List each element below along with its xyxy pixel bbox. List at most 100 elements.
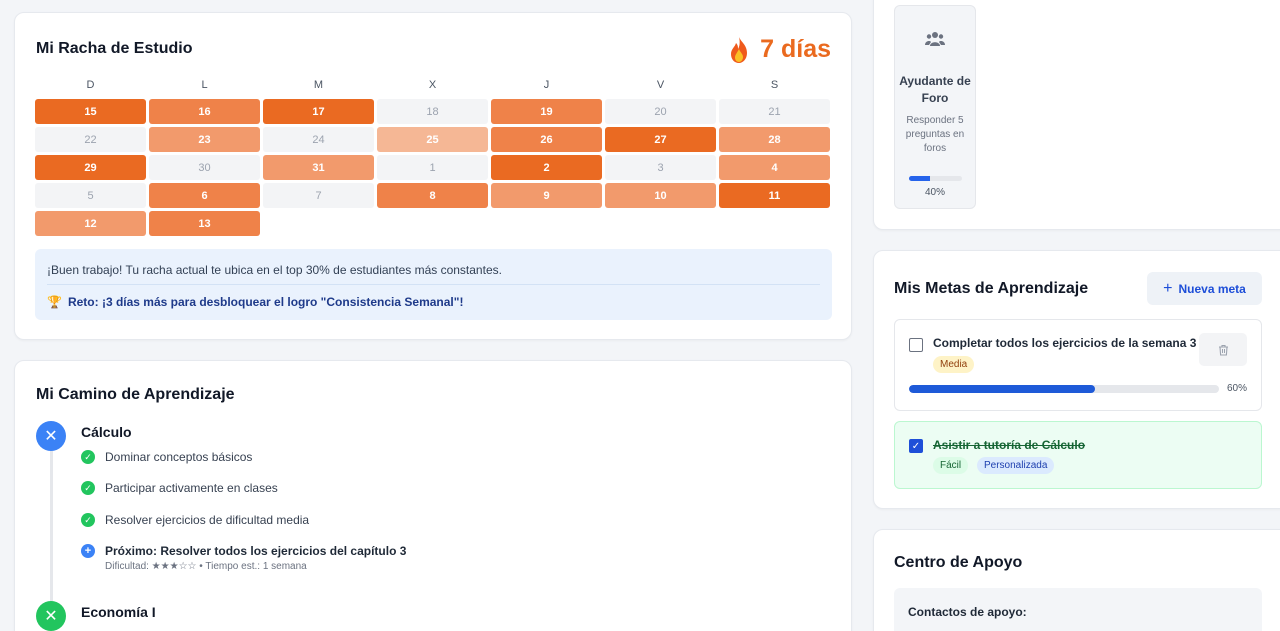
support-title: Centro de Apoyo [894, 554, 1023, 571]
calendar-day: 31 [263, 155, 374, 180]
step-item: ✓ Dominar conceptos básicos [81, 450, 252, 464]
goal-item: Completar todos los ejercicios de la sem… [894, 319, 1262, 411]
close-icon[interactable]: ✕ [36, 601, 66, 631]
goal-checkbox-checked[interactable]: ✓ [909, 439, 923, 453]
check-icon: ✓ [81, 450, 95, 464]
calendar-day: 21 [719, 99, 830, 124]
badge-progress-label: 40% [924, 187, 945, 198]
badge-progress-fill [909, 176, 931, 181]
streak-message-box: ¡Buen trabajo! Tu racha actual te ubica … [35, 249, 832, 320]
streak-count-label: 7 días [760, 35, 831, 63]
weekday-label: J [543, 79, 550, 91]
trash-icon [1218, 344, 1228, 356]
badge-tile[interactable]: Ayudante de Foro Responder 5 preguntas e… [894, 5, 976, 209]
path-title: Mi Camino de Aprendizaje [36, 386, 235, 403]
plus-icon: + [1163, 279, 1173, 297]
next-step-meta: Dificultad: ★★★☆☆ • Tiempo est.: 1 seman… [105, 561, 307, 572]
support-card: Centro de Apoyo Contactos de apoyo: [873, 529, 1280, 631]
trophy-icon: 🏆 [47, 295, 62, 309]
calendar-day: 26 [491, 127, 602, 152]
weekday-label: X [428, 79, 437, 91]
goal-text: Completar todos los ejercicios de la sem… [933, 336, 1197, 350]
plus-icon: + [81, 544, 95, 558]
difficulty-tag: Media [933, 356, 975, 373]
streak-count: 7 días [728, 35, 831, 64]
goal-progress-label: 60% [1226, 383, 1247, 394]
calendar-day: 3 [605, 155, 716, 180]
course-name: Cálculo [81, 424, 132, 440]
goal-progress-bar [909, 385, 1219, 393]
learning-path-card: Mi Camino de Aprendizaje ✕ Cálculo ✓ Dom… [14, 360, 852, 631]
streak-message: ¡Buen trabajo! Tu racha actual te ubica … [47, 263, 502, 277]
streak-challenge: 🏆 Reto: ¡3 días más para desbloquear el … [47, 295, 463, 309]
calendar-day: 1 [377, 155, 488, 180]
calendar-day: 7 [263, 183, 374, 208]
calendar-day: 19 [491, 99, 602, 124]
step-label: Resolver ejercicios de dificultad media [105, 513, 310, 527]
weekday-label: M [313, 79, 324, 91]
next-step-label: Próximo: Resolver todos los ejercicios d… [105, 544, 407, 558]
calendar-day: 9 [491, 183, 602, 208]
streak-title: Mi Racha de Estudio [36, 40, 193, 57]
calendar-day: 28 [719, 127, 830, 152]
calendar-day: 16 [149, 99, 260, 124]
step-label: Dominar conceptos básicos [105, 450, 253, 464]
badge-progress-bar [909, 176, 962, 181]
calendar-day: 4 [719, 155, 830, 180]
check-icon: ✓ [81, 481, 95, 495]
step-label: Participar activamente en clases [105, 481, 278, 495]
calendar-day: 6 [149, 183, 260, 208]
weekday-header: DLMXJVS [35, 77, 832, 93]
calendar-grid: 15 16 17 18 19 20 21 22 23 24 25 26 27 28 29 30 31 1 2 3 4 5 6… [35, 99, 832, 236]
calendar-day: 10 [605, 183, 716, 208]
goal-progress-fill [909, 385, 1095, 393]
calendar-day: 5 [35, 183, 146, 208]
goals-card: Mis Metas de Aprendizaje + Nueva meta Co… [873, 250, 1280, 509]
users-icon [895, 31, 975, 52]
check-icon: ✓ [81, 513, 95, 527]
calendar-day: 23 [149, 127, 260, 152]
flame-icon [731, 36, 748, 63]
calendar-day: 17 [263, 99, 374, 124]
streak-card: Mi Racha de Estudio 7 días DLMXJVS 15 16 1… [14, 12, 852, 340]
type-tag: Personalizada [977, 457, 1055, 474]
difficulty-tag: Fácil [933, 457, 969, 474]
calendar-day: 25 [377, 127, 488, 152]
calendar-day: 24 [263, 127, 374, 152]
challenge-text: Reto: ¡3 días más para desbloquear el lo… [67, 295, 464, 309]
step-item: ✓ Participar activamente en clases [81, 481, 278, 495]
calendar-day: 29 [35, 155, 146, 180]
weekday-label: D [86, 79, 95, 91]
calendar-day: 15 [35, 99, 146, 124]
goal-item-completed: ✓ Asistir a tutoría de Cálculo Fácil Per… [894, 421, 1262, 489]
weekday-label: L [201, 79, 208, 91]
weekday-label: V [656, 79, 665, 91]
delete-goal-button[interactable] [1199, 333, 1247, 366]
close-icon[interactable]: ✕ [36, 421, 66, 451]
streak-calendar: DLMXJVS 15 16 17 18 19 20 21 22 23 24 25 26 27 28 29 30… [35, 77, 832, 236]
calendar-day: 30 [149, 155, 260, 180]
calendar-day: 12 [35, 211, 146, 236]
calendar-day: 27 [605, 127, 716, 152]
support-contacts-label: Contactos de apoyo: [908, 605, 1027, 619]
badge-description: Responder 5 preguntas en foros [905, 115, 965, 154]
calendar-day: 22 [35, 127, 146, 152]
step-item: ✓ Resolver ejercicios de dificultad medi… [81, 513, 309, 527]
badges-card: Ayudante de Foro Responder 5 preguntas e… [873, 0, 1280, 230]
calendar-day: 11 [719, 183, 830, 208]
goal-checkbox[interactable] [909, 338, 923, 352]
weekday-label: S [770, 79, 779, 91]
calendar-day: 20 [605, 99, 716, 124]
support-contacts-box: Contactos de apoyo: [894, 588, 1262, 631]
divider [47, 284, 820, 285]
goals-title: Mis Metas de Aprendizaje [894, 280, 1089, 297]
next-step: + Próximo: Resolver todos los ejercicios… [81, 544, 406, 558]
calendar-day: 8 [377, 183, 488, 208]
calendar-day: 2 [491, 155, 602, 180]
calendar-day: 18 [377, 99, 488, 124]
badge-name: Ayudante de Foro [899, 74, 971, 105]
goal-text: Asistir a tutoría de Cálculo [933, 438, 1086, 452]
calendar-day: 13 [149, 211, 260, 236]
new-goal-button[interactable]: + Nueva meta [1147, 272, 1262, 305]
course-name: Economía I [81, 604, 156, 620]
